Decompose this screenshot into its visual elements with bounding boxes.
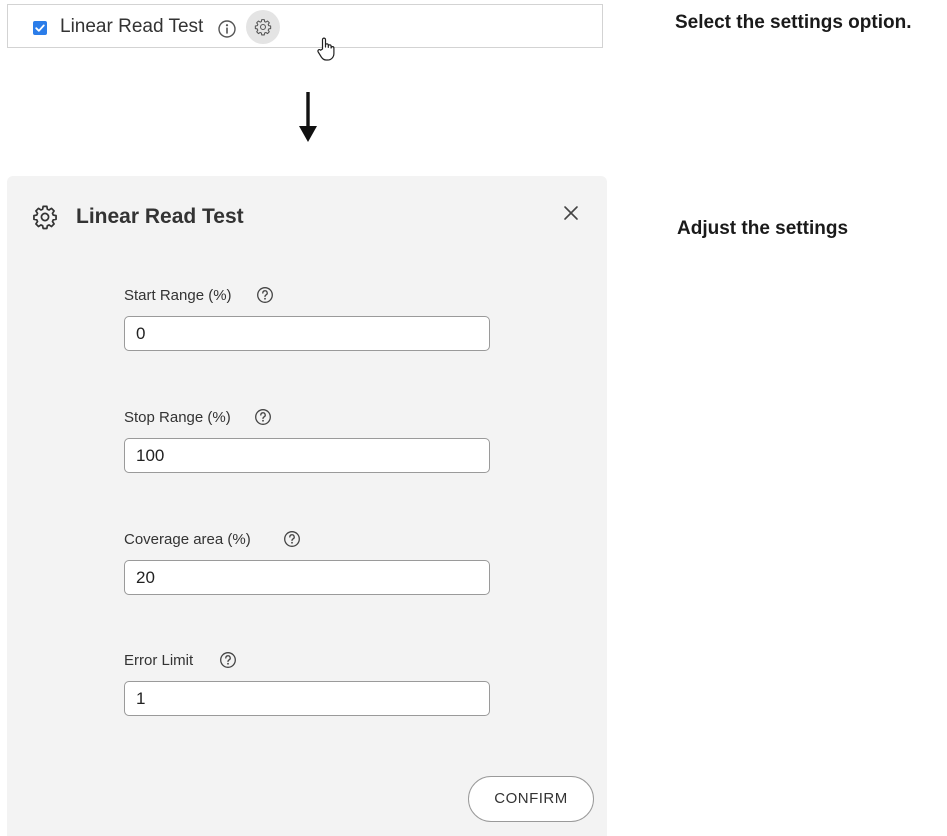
- help-icon[interactable]: [254, 408, 272, 426]
- error-limit-input[interactable]: 1: [124, 681, 490, 716]
- test-item-label: Linear Read Test: [60, 16, 204, 37]
- checkbox-checked-icon[interactable]: [33, 21, 47, 35]
- close-icon[interactable]: [563, 205, 579, 221]
- instruction-select-settings: Select the settings option.: [675, 12, 912, 33]
- confirm-button[interactable]: CONFIRM: [468, 776, 594, 822]
- settings-dialog: Linear Read Test Start Range (%) 0 Stop …: [7, 176, 607, 836]
- help-icon[interactable]: [283, 530, 301, 548]
- gear-icon: [32, 204, 58, 230]
- test-item-row[interactable]: Linear Read Test: [7, 4, 603, 48]
- start-range-input[interactable]: 0: [124, 316, 490, 351]
- instruction-adjust-settings: Adjust the settings: [677, 218, 849, 239]
- help-icon[interactable]: [219, 651, 237, 669]
- info-icon[interactable]: [217, 19, 237, 39]
- hand-pointer-icon: [316, 37, 336, 61]
- dialog-title: Linear Read Test: [76, 205, 244, 228]
- stop-range-label: Stop Range (%): [124, 409, 231, 426]
- coverage-area-label: Coverage area (%): [124, 531, 251, 548]
- stop-range-input[interactable]: 100: [124, 438, 490, 473]
- settings-button[interactable]: [246, 10, 280, 44]
- gear-icon: [254, 19, 272, 36]
- arrow-down-icon: [298, 92, 318, 144]
- coverage-area-input[interactable]: 20: [124, 560, 490, 595]
- error-limit-label: Error Limit: [124, 652, 194, 669]
- help-icon[interactable]: [256, 286, 274, 304]
- start-range-label: Start Range (%): [124, 287, 232, 304]
